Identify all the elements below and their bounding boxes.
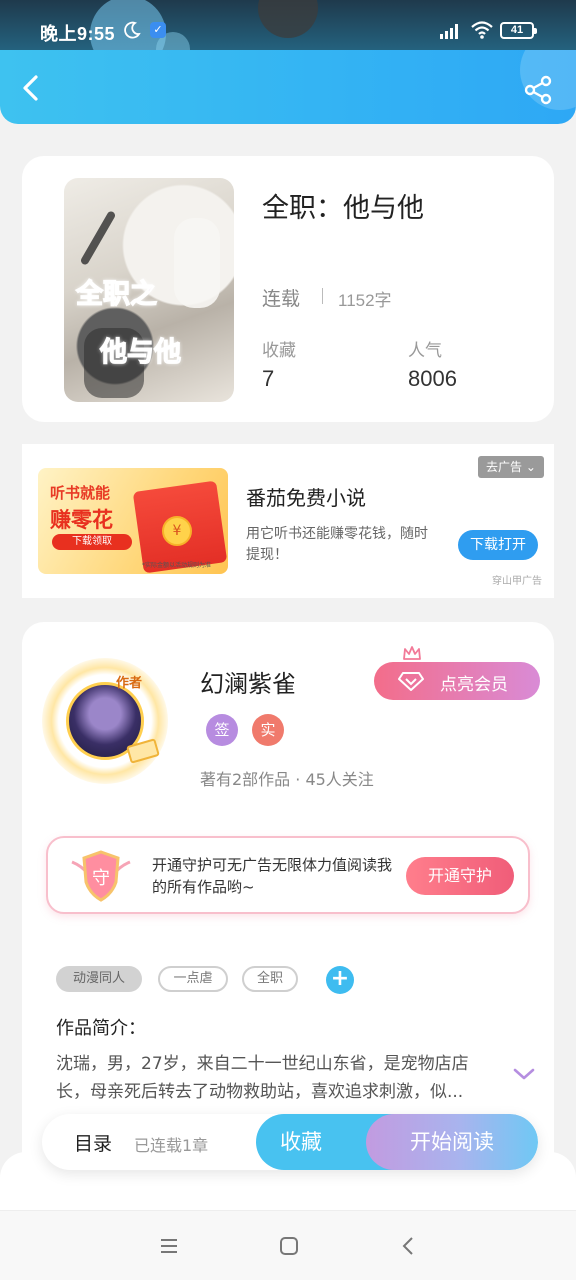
ad-download-button[interactable]: 下载打开 <box>458 530 538 560</box>
cover-title-line-1: 全职之 <box>75 278 157 310</box>
cover-art <box>79 210 117 266</box>
status-bar: 晚上9:55 ✓ 41 <box>0 0 576 50</box>
ad-image-footnote: *实际金额以活动规则为准 <box>142 562 212 569</box>
guard-text: 开通守护可无广告无限体力值阅读我的所有作品哟~ <box>152 856 393 896</box>
chapter-count: 已连载1章 <box>134 1136 209 1155</box>
wifi-icon <box>471 21 493 39</box>
divider <box>322 288 323 304</box>
top-app-bar <box>0 50 576 124</box>
moon-icon <box>124 21 141 39</box>
start-reading-button[interactable]: 开始阅读 <box>366 1114 538 1170</box>
tag-chip[interactable]: 全职 <box>242 966 298 992</box>
ad-source: 穿山甲广告 <box>492 576 542 587</box>
vip-button[interactable]: 点亮会员 <box>374 646 540 700</box>
coin-icon: ¥ <box>162 516 192 546</box>
popularity-count: 8006 <box>408 366 457 391</box>
book-status: 连载 <box>262 288 301 310</box>
guard-banner[interactable]: 守 开通守护可无广告无限体力值阅读我的所有作品哟~ 开通守护 <box>46 836 530 914</box>
favorites-label: 收藏 <box>262 341 296 361</box>
ad-image-text: 听书就能 <box>50 484 111 502</box>
toc-button[interactable]: 目录 <box>74 1129 112 1156</box>
diamond-icon <box>398 672 424 691</box>
signed-badge: 签 <box>206 714 238 746</box>
crown-icon <box>403 646 421 660</box>
vip-label: 点亮会员 <box>440 675 508 695</box>
favorites-count: 7 <box>262 366 275 391</box>
battery-indicator: 41 <box>500 22 537 39</box>
tag-chip[interactable]: 一点虐 <box>158 966 228 992</box>
ad-image-text: 赚零花 <box>50 508 113 532</box>
ad-title: 番茄免费小说 <box>246 486 366 510</box>
book-title: 全职：他与他 <box>262 193 424 224</box>
shield-icon: 守 <box>71 850 131 902</box>
remove-ad-label: 去广告 <box>486 460 523 474</box>
author-stats: 著有2部作品 · 45人关注 <box>200 770 374 789</box>
book-info-card: 全职之 他与他 全职：他与他 连载 1152字 收藏 7 人气 8006 <box>22 156 554 422</box>
intro-text: 沈瑞，男，27岁，来自二十一世纪山东省，是宠物店店长，母亲死后转去了动物救助站，… <box>56 1054 469 1102</box>
word-count: 1152字 <box>338 291 392 310</box>
cover-title-line-2: 他与他 <box>99 336 181 368</box>
chevron-down-icon[interactable] <box>512 1066 536 1082</box>
tag-chip[interactable]: 动漫同人 <box>56 966 142 992</box>
notification-app-icon: ✓ <box>150 22 166 38</box>
intro-title: 作品简介： <box>56 1018 146 1039</box>
author-tag: 作者 <box>116 676 143 691</box>
ad-image[interactable]: ¥ 听书就能 赚零花 下载领取 *实际金额以活动规则为准 <box>38 468 228 574</box>
signal-icon <box>440 24 458 39</box>
open-guard-button[interactable]: 开通守护 <box>406 857 514 895</box>
home-icon[interactable] <box>278 1235 300 1257</box>
bottom-action-bar: 目录 已连载1章 收藏 开始阅读 <box>42 1114 538 1170</box>
share-button[interactable] <box>522 74 554 106</box>
popularity-label: 人气 <box>408 341 442 361</box>
menu-icon[interactable] <box>158 1235 180 1257</box>
add-tag-button[interactable]: + <box>326 966 354 994</box>
author-name[interactable]: 幻澜紫雀 <box>200 664 296 699</box>
author-avatar[interactable]: 作者 <box>42 658 168 784</box>
status-time: 晚上9:55 <box>40 24 116 44</box>
verified-badge: 实 <box>252 714 284 746</box>
ad-image-button: 下载领取 <box>52 534 132 550</box>
shield-icon-text: 守 <box>92 868 110 889</box>
system-nav-bar <box>0 1210 576 1280</box>
back-nav-icon[interactable] <box>398 1235 420 1257</box>
camera-cutout <box>258 0 318 38</box>
ad-banner[interactable]: ¥ 听书就能 赚零花 下载领取 *实际金额以活动规则为准 去广告 ⌄ 番茄免费小… <box>22 444 554 598</box>
remove-ad-button[interactable]: 去广告 ⌄ <box>478 456 544 478</box>
back-button[interactable] <box>16 72 48 104</box>
cover-art <box>174 218 220 308</box>
book-cover[interactable]: 全职之 他与他 <box>64 178 234 402</box>
ad-description: 用它听书还能赚零花钱，随时提现！ <box>246 526 428 563</box>
